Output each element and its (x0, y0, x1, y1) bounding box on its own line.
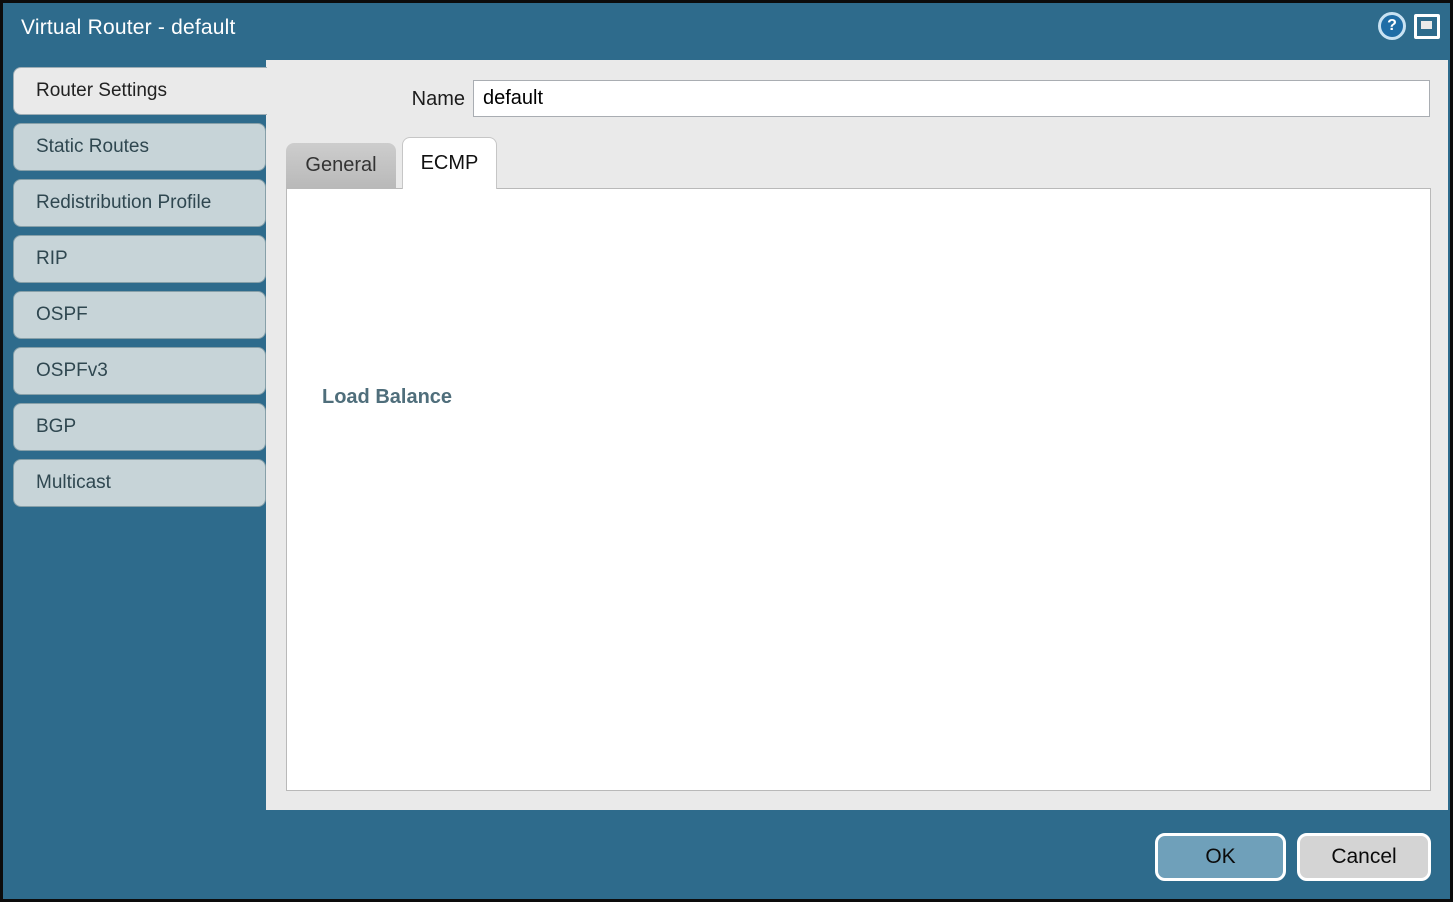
name-input[interactable] (473, 80, 1430, 117)
sidebar-item-ospfv3[interactable]: OSPFv3 (13, 347, 266, 395)
sidebar-item-ospf[interactable]: OSPF (13, 291, 266, 339)
sidebar-item-static-routes[interactable]: Static Routes (13, 123, 266, 171)
name-label: Name (363, 88, 465, 111)
sidebar-item-multicast[interactable]: Multicast (13, 459, 266, 507)
load-balance-legend: Load Balance (316, 386, 458, 409)
tab-ecmp[interactable]: ECMP (402, 137, 497, 189)
dialog-title: Virtual Router - default (21, 16, 236, 40)
sidebar: Router Settings Static Routes Redistribu… (13, 67, 266, 507)
sidebar-item-rip[interactable]: RIP (13, 235, 266, 283)
ecmp-tab-content (286, 188, 1431, 791)
sidebar-item-router-settings[interactable]: Router Settings (13, 67, 267, 115)
virtual-router-dialog: Virtual Router - default ? Router Settin… (0, 0, 1453, 902)
tab-general[interactable]: General (286, 143, 396, 188)
help-icon[interactable]: ? (1378, 12, 1406, 40)
sidebar-item-bgp[interactable]: BGP (13, 403, 266, 451)
sidebar-item-redistribution-profile[interactable]: Redistribution Profile (13, 179, 266, 227)
cancel-button[interactable]: Cancel (1297, 833, 1431, 881)
window-restore-icon[interactable] (1414, 14, 1440, 39)
ok-button[interactable]: OK (1155, 833, 1286, 881)
